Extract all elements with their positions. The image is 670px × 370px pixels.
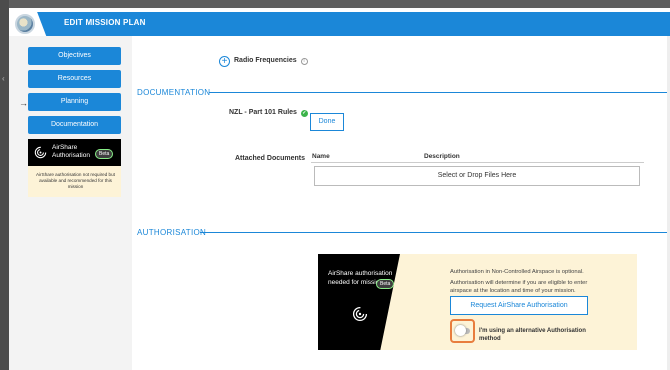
alternative-authorisation-toggle[interactable]	[450, 319, 475, 343]
done-button[interactable]: Done	[310, 113, 344, 131]
airshare-card-note: AirShare authorisation not required but …	[36, 172, 115, 189]
authorisation-panel: AirShare authorisation needed for missio…	[318, 254, 637, 350]
column-description-header: Description	[424, 153, 460, 160]
auth-info-line2: Authorisation will determine if you are …	[450, 279, 588, 295]
airshare-card-title-line2: Authorisation	[52, 152, 90, 159]
sidebar: Objectives Resources → Planning Document…	[9, 36, 132, 370]
airshare-card-title-line1: AirShare	[52, 144, 78, 151]
sidebar-item-resources[interactable]: Resources	[28, 70, 121, 88]
attached-documents-label: Attached Documents	[235, 155, 306, 162]
authorisation-divider	[200, 232, 670, 233]
sidebar-item-documentation[interactable]: Documentation	[28, 116, 121, 134]
alternative-authorisation-label: I'm using an alternative Authorisation m…	[479, 328, 586, 342]
beta-badge: Beta	[376, 279, 395, 289]
request-airshare-authorisation-button[interactable]: Request AirShare Authorisation	[450, 296, 588, 315]
edit-mission-plan-modal: EDIT MISSION PLAN Objectives Resources →…	[9, 8, 670, 370]
documentation-divider	[209, 92, 670, 93]
radio-frequencies-label: Radio Frequencies i	[234, 57, 308, 65]
beta-badge: Beta	[95, 149, 114, 159]
authorisation-section-title: AUTHORISATION	[137, 228, 207, 237]
toggle-knob	[455, 325, 466, 336]
nzl-rule-text: NZL - Part 101 Rules	[229, 109, 297, 116]
modal-title: EDIT MISSION PLAN	[64, 18, 146, 27]
table-header-divider	[311, 162, 644, 163]
background-app-sidebar	[0, 0, 9, 370]
authorisation-info: Authorisation in Non-Controlled Airspace…	[450, 268, 590, 296]
active-arrow-icon: →	[19, 98, 28, 108]
authorisation-panel-banner: AirShare authorisation needed for missio…	[318, 254, 400, 350]
column-name-header: Name	[312, 153, 330, 160]
nzl-part101-label: NZL - Part 101 Rules ✓	[229, 109, 308, 117]
modal-header: EDIT MISSION PLAN	[9, 12, 670, 36]
app-logo-icon	[15, 14, 35, 34]
sidebar-item-objectives[interactable]: Objectives	[28, 47, 121, 65]
airshare-card[interactable]: AirShare Authorisation Beta AirShare aut…	[28, 139, 121, 197]
check-icon: ✓	[300, 110, 308, 117]
background-chevron-icon: ‹	[2, 74, 5, 83]
radio-frequencies-text: Radio Frequencies	[234, 57, 297, 64]
airshare-card-header: AirShare Authorisation Beta	[28, 139, 121, 166]
add-icon[interactable]: +	[219, 56, 230, 67]
auth-info-line1: Authorisation in Non-Controlled Airspace…	[450, 269, 584, 275]
airshare-target-icon	[352, 306, 368, 322]
sidebar-item-planning[interactable]: Planning	[28, 93, 121, 111]
documentation-section-title: DOCUMENTATION	[137, 88, 211, 97]
airshare-target-icon	[34, 146, 47, 159]
auth-title-line1: AirShare authorisation	[328, 270, 393, 277]
airshare-card-title: AirShare Authorisation	[52, 144, 90, 160]
info-icon[interactable]: i	[300, 58, 308, 65]
file-dropzone[interactable]: Select or Drop Files Here	[314, 166, 640, 186]
